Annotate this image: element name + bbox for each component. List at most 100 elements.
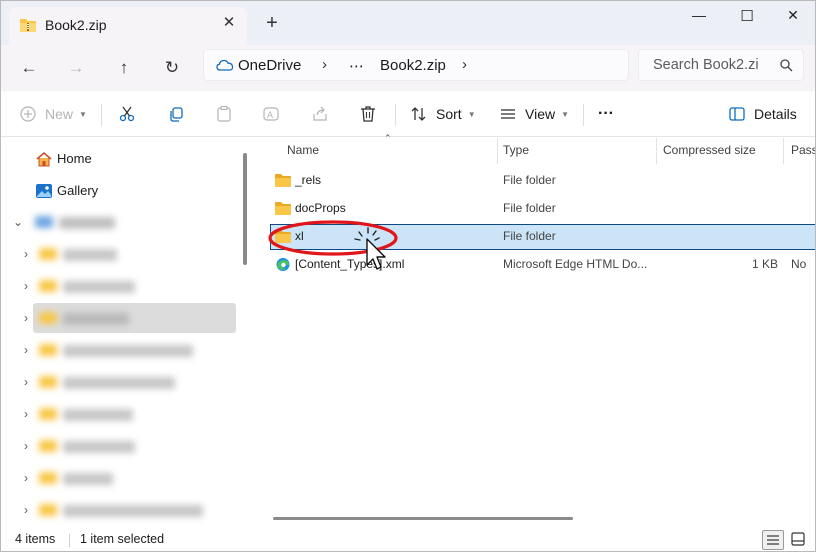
search-icon — [780, 59, 793, 72]
tab-book2-zip[interactable]: Book2.zip ✕ — [9, 7, 247, 45]
file-size: 1 KB — [752, 257, 779, 271]
close-window-button[interactable]: ✕ — [781, 7, 805, 29]
column-header-password[interactable]: Passw — [791, 143, 815, 157]
sidebar-item-obscured[interactable]: › — [1, 463, 241, 493]
close-tab-icon[interactable]: ✕ — [221, 15, 237, 31]
sidebar-item-obscured[interactable]: › — [1, 271, 241, 301]
rename-button[interactable]: A — [262, 104, 280, 124]
file-name: _rels — [295, 173, 322, 187]
scissors-icon — [119, 106, 135, 122]
delete-button[interactable] — [359, 104, 377, 124]
chevron-right-icon: › — [24, 503, 28, 517]
rename-icon: A — [263, 107, 279, 121]
chevron-down-icon: ▼ — [467, 109, 476, 119]
zip-folder-icon — [20, 19, 36, 32]
new-tab-button[interactable]: + — [262, 13, 282, 33]
file-list: ⌃ Name Type Compressed size Passw _rels … — [258, 133, 815, 528]
column-header-compressed-size[interactable]: Compressed size — [663, 143, 756, 157]
chevron-down-icon: ▼ — [561, 109, 570, 119]
chevron-right-icon: › — [24, 375, 28, 389]
chevron-down-icon: ⌄ — [12, 215, 24, 229]
breadcrumb-onedrive[interactable]: OneDrive — [238, 57, 301, 74]
file-row[interactable]: _rels File folder — [270, 168, 815, 194]
tiles-view-button[interactable] — [788, 530, 810, 550]
column-header-type[interactable]: Type — [503, 143, 529, 157]
folder-icon — [275, 174, 291, 187]
share-button[interactable] — [311, 104, 329, 124]
obscured-folder-entry — [39, 471, 139, 485]
sidebar-item-obscured-selected[interactable]: › — [1, 303, 241, 333]
sidebar-item-obscured[interactable]: › — [1, 335, 241, 365]
up-button[interactable]: ↑ — [113, 57, 135, 79]
maximize-button[interactable]: ☐ — [735, 7, 759, 29]
more-options-button[interactable]: ··· — [598, 104, 614, 124]
view-list-icon — [501, 109, 515, 119]
sort-arrows-icon — [411, 107, 426, 121]
sidebar-item-obscured[interactable]: › — [1, 239, 241, 269]
search-input[interactable]: Search Book2.zi — [653, 57, 759, 73]
sidebar-scrollbar[interactable] — [243, 153, 247, 265]
breadcrumb-book2-zip[interactable]: Book2.zip — [380, 57, 446, 74]
clipboard-icon — [217, 105, 231, 122]
file-type: File folder — [503, 229, 556, 243]
tab-title: Book2.zip — [45, 17, 107, 33]
more-icon: ··· — [598, 105, 614, 122]
status-divider — [69, 534, 70, 547]
view-label: View — [525, 106, 556, 122]
refresh-button[interactable]: ↻ — [161, 57, 183, 79]
gallery-icon — [36, 184, 52, 198]
trash-icon — [361, 106, 375, 122]
obscured-folder-entry — [39, 311, 149, 325]
sidebar-item-obscured[interactable]: › — [1, 431, 241, 461]
search-box[interactable]: Search Book2.zi — [638, 49, 804, 81]
back-button[interactable]: ← — [18, 57, 40, 79]
sort-label: Sort — [436, 106, 462, 122]
obscured-folder-entry — [39, 407, 149, 421]
chevron-right-icon: › — [24, 343, 28, 357]
toolbar-divider — [101, 104, 102, 126]
breadcrumb-overflow[interactable]: ⋯ — [349, 57, 364, 75]
obscured-folder-entry — [39, 375, 189, 389]
sort-ascending-icon: ⌃ — [384, 133, 392, 143]
chevron-right-icon: › — [24, 407, 28, 421]
file-type: File folder — [503, 173, 556, 187]
sidebar-item-obscured[interactable]: › — [1, 367, 241, 397]
forward-button[interactable]: → — [65, 57, 87, 79]
sidebar-item-obscured[interactable]: › — [1, 495, 241, 525]
item-count: 4 items — [15, 532, 56, 546]
svg-text:A: A — [267, 110, 273, 120]
column-divider[interactable] — [497, 138, 498, 164]
details-pane-button[interactable]: Details — [728, 104, 797, 124]
file-name: docProps — [295, 201, 346, 215]
details-view-button[interactable] — [762, 530, 784, 550]
new-button[interactable]: New ▼ — [19, 104, 87, 124]
sidebar-item-label: Home — [57, 151, 92, 166]
sidebar-item-obscured[interactable]: › — [1, 399, 241, 429]
new-label: New — [45, 106, 74, 122]
breadcrumb-separator[interactable]: › — [462, 56, 467, 73]
sidebar-item-gallery[interactable]: Gallery — [1, 176, 241, 206]
obscured-folder-entry — [39, 503, 209, 517]
breadcrumb-separator[interactable]: › — [322, 56, 327, 73]
file-list-horizontal-scrollbar[interactable] — [273, 517, 573, 520]
navigation-bar: ← → ↑ ↻ OneDrive › ⋯ Book2.zip › Search … — [1, 45, 815, 91]
sort-button[interactable]: Sort ▼ — [410, 104, 476, 124]
address-bar[interactable]: OneDrive › ⋯ Book2.zip › — [203, 49, 629, 81]
column-header-name[interactable]: Name — [287, 143, 319, 157]
folder-icon — [275, 202, 291, 215]
file-type: Microsoft Edge HTML Do... — [503, 257, 648, 271]
minimize-button[interactable]: — — [687, 7, 711, 29]
view-button[interactable]: View ▼ — [499, 104, 569, 124]
paste-button[interactable] — [215, 104, 233, 124]
cut-button[interactable] — [118, 104, 136, 124]
plus-circle-icon — [20, 106, 36, 122]
command-toolbar: New ▼ A Sort ▼ View ▼ ··· Details — [1, 91, 815, 137]
sidebar-item-obscured[interactable]: ⌄ — [1, 207, 241, 237]
share-icon — [313, 106, 327, 121]
onedrive-cloud-icon — [216, 59, 234, 71]
column-divider[interactable] — [656, 138, 657, 164]
column-divider[interactable] — [783, 138, 784, 164]
home-icon — [36, 151, 52, 167]
copy-button[interactable] — [167, 104, 185, 124]
sidebar-item-home[interactable]: Home — [1, 144, 241, 174]
